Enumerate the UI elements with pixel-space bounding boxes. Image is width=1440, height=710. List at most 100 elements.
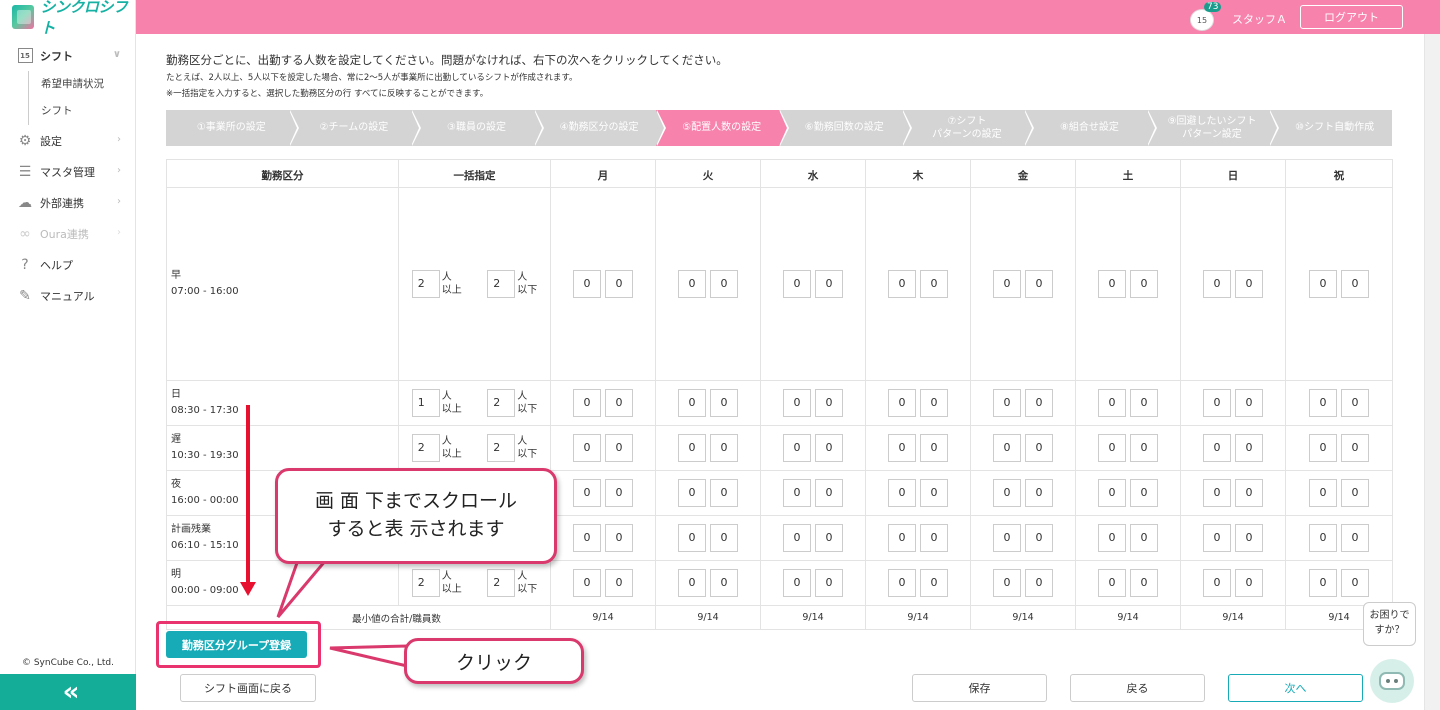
day-min-input[interactable]: 0 (993, 479, 1021, 507)
day-min-input[interactable]: 0 (1309, 479, 1337, 507)
day-max-input[interactable]: 0 (710, 389, 738, 417)
day-max-input[interactable]: 0 (815, 389, 843, 417)
scrollbar[interactable] (1424, 34, 1440, 710)
step-9[interactable]: ⑨回避したいシフト パターン設定 (1146, 110, 1279, 146)
day-min-input[interactable]: 0 (1309, 569, 1337, 597)
day-max-input[interactable]: 0 (1341, 524, 1369, 552)
day-min-input[interactable]: 0 (573, 479, 601, 507)
day-min-input[interactable]: 0 (783, 479, 811, 507)
sidebar-item-help[interactable]: ? ヘルプ (0, 249, 135, 280)
next-button[interactable]: 次へ (1228, 674, 1363, 702)
day-min-input[interactable]: 0 (1309, 434, 1337, 462)
day-min-input[interactable]: 0 (888, 270, 916, 298)
day-min-input[interactable]: 0 (1098, 389, 1126, 417)
step-2[interactable]: ②チームの設定 (288, 110, 421, 146)
day-min-input[interactable]: 0 (1309, 270, 1337, 298)
step-7[interactable]: ⑦シフト パターンの設定 (901, 110, 1034, 146)
day-min-input[interactable]: 0 (1098, 479, 1126, 507)
day-min-input[interactable]: 0 (783, 524, 811, 552)
day-min-input[interactable]: 0 (1098, 270, 1126, 298)
sidebar-item-manual[interactable]: ✎ マニュアル (0, 280, 135, 311)
bulk-min-input[interactable]: 2 (411, 270, 440, 298)
day-max-input[interactable]: 0 (1025, 434, 1053, 462)
bulk-max-input[interactable]: 2 (487, 389, 516, 417)
logout-button[interactable]: ログアウト (1300, 5, 1403, 29)
sidebar-item-master[interactable]: ☰ マスタ管理 › (0, 156, 135, 187)
back-button[interactable]: 戻る (1070, 674, 1205, 702)
day-min-input[interactable]: 0 (888, 479, 916, 507)
day-max-input[interactable]: 0 (1130, 270, 1158, 298)
day-max-input[interactable]: 0 (605, 389, 633, 417)
day-min-input[interactable]: 0 (783, 569, 811, 597)
day-max-input[interactable]: 0 (1341, 479, 1369, 507)
bulk-min-input[interactable]: 1 (411, 389, 440, 417)
day-max-input[interactable]: 0 (710, 270, 738, 298)
day-max-input[interactable]: 0 (605, 569, 633, 597)
day-min-input[interactable]: 0 (1309, 389, 1337, 417)
day-max-input[interactable]: 0 (815, 524, 843, 552)
day-min-input[interactable]: 0 (888, 389, 916, 417)
day-max-input[interactable]: 0 (1235, 270, 1263, 298)
day-max-input[interactable]: 0 (1235, 569, 1263, 597)
day-min-input[interactable]: 0 (888, 524, 916, 552)
sidebar-collapse-button[interactable]: « (0, 674, 136, 710)
day-max-input[interactable]: 0 (1341, 270, 1369, 298)
day-min-input[interactable]: 0 (678, 270, 706, 298)
day-max-input[interactable]: 0 (920, 434, 948, 462)
day-max-input[interactable]: 0 (710, 524, 738, 552)
bulk-min-input[interactable]: 2 (411, 434, 440, 462)
day-min-input[interactable]: 0 (678, 479, 706, 507)
day-max-input[interactable]: 0 (1025, 524, 1053, 552)
day-min-input[interactable]: 0 (783, 270, 811, 298)
day-max-input[interactable]: 0 (1025, 569, 1053, 597)
day-min-input[interactable]: 0 (1203, 524, 1231, 552)
day-min-input[interactable]: 0 (888, 569, 916, 597)
step-10[interactable]: ⑩シフト自動作成 (1269, 110, 1392, 146)
day-min-input[interactable]: 0 (573, 270, 601, 298)
notification-button[interactable]: 15 73 (1188, 2, 1222, 32)
bulk-max-input[interactable]: 2 (487, 270, 516, 298)
day-min-input[interactable]: 0 (888, 434, 916, 462)
save-button[interactable]: 保存 (912, 674, 1047, 702)
day-max-input[interactable]: 0 (1025, 270, 1053, 298)
back-to-shift-button[interactable]: シフト画面に戻る (180, 674, 316, 702)
day-max-input[interactable]: 0 (815, 479, 843, 507)
day-min-input[interactable]: 0 (993, 434, 1021, 462)
bulk-min-input[interactable]: 2 (411, 569, 440, 597)
day-max-input[interactable]: 0 (1341, 434, 1369, 462)
help-bubble[interactable]: お困りで すか？ (1363, 602, 1416, 646)
day-min-input[interactable]: 0 (1203, 270, 1231, 298)
day-max-input[interactable]: 0 (1130, 569, 1158, 597)
day-min-input[interactable]: 0 (1098, 524, 1126, 552)
day-max-input[interactable]: 0 (1130, 389, 1158, 417)
sidebar-item-settings[interactable]: ⚙ 設定 › (0, 125, 135, 156)
day-min-input[interactable]: 0 (1098, 569, 1126, 597)
day-max-input[interactable]: 0 (1341, 569, 1369, 597)
sidebar-item-external[interactable]: ☁ 外部連携 › (0, 187, 135, 218)
day-max-input[interactable]: 0 (1130, 524, 1158, 552)
day-min-input[interactable]: 0 (993, 270, 1021, 298)
day-max-input[interactable]: 0 (1235, 434, 1263, 462)
step-8[interactable]: ⑧組合せ設定 (1024, 110, 1157, 146)
day-min-input[interactable]: 0 (1309, 524, 1337, 552)
day-max-input[interactable]: 0 (1235, 524, 1263, 552)
day-min-input[interactable]: 0 (993, 569, 1021, 597)
day-max-input[interactable]: 0 (920, 270, 948, 298)
step-3[interactable]: ③職員の設定 (411, 110, 544, 146)
day-max-input[interactable]: 0 (815, 270, 843, 298)
day-min-input[interactable]: 0 (993, 524, 1021, 552)
step-5[interactable]: ⑤配置人数の設定 (656, 110, 789, 146)
day-max-input[interactable]: 0 (1025, 479, 1053, 507)
day-max-input[interactable]: 0 (920, 524, 948, 552)
day-max-input[interactable]: 0 (1130, 479, 1158, 507)
day-min-input[interactable]: 0 (573, 389, 601, 417)
day-max-input[interactable]: 0 (920, 389, 948, 417)
day-min-input[interactable]: 0 (573, 569, 601, 597)
day-max-input[interactable]: 0 (1130, 434, 1158, 462)
step-4[interactable]: ④勤務区分の設定 (533, 110, 666, 146)
day-max-input[interactable]: 0 (710, 569, 738, 597)
day-min-input[interactable]: 0 (1203, 479, 1231, 507)
group-register-button[interactable]: 勤務区分グループ登録 (166, 631, 307, 658)
sidebar-subitem-requests[interactable]: 希望申請状況 (41, 71, 135, 98)
day-max-input[interactable]: 0 (605, 434, 633, 462)
